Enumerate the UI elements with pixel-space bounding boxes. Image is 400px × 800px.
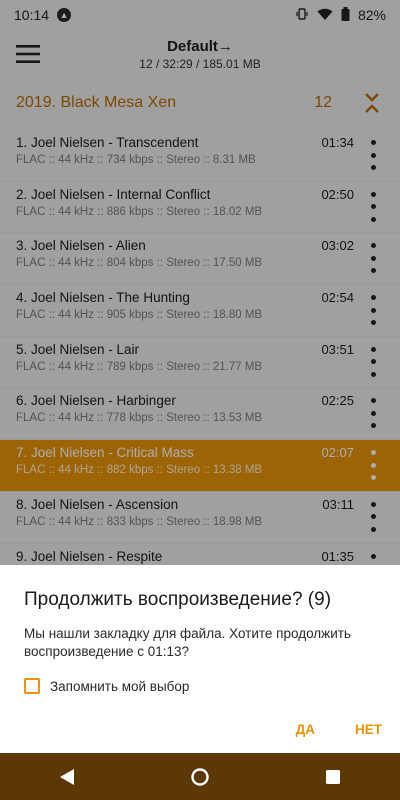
vibrate-icon	[295, 7, 309, 24]
track-title: 1. Joel Nielsen - Transcendent	[16, 135, 199, 150]
more-vert-icon[interactable]	[368, 191, 378, 222]
system-nav-bar	[0, 753, 400, 800]
track-row[interactable]: 1. Joel Nielsen - Transcendent 01:34 FLAC…	[0, 130, 400, 182]
track-meta: FLAC :: 44 kHz :: 789 kbps :: Stereo :: …	[16, 360, 263, 373]
wifi-icon	[317, 7, 333, 24]
app-notification-icon: ▲	[57, 8, 72, 22]
track-duration: 02:25	[321, 393, 354, 409]
remember-choice-row[interactable]: Запомнить мой выбор	[24, 678, 376, 694]
track-row[interactable]: 5. Joel Nielsen - Lair 03:51 FLAC :: 44 k…	[0, 337, 400, 389]
track-list: 1. Joel Nielsen - Transcendent 01:34 FLAC…	[0, 130, 400, 596]
home-circle-icon[interactable]	[180, 757, 220, 797]
resume-dialog: Продолжить воспроизведение? (9) Мы нашли…	[0, 565, 400, 753]
track-title: 8. Joel Nielsen - Ascension	[16, 496, 179, 512]
recents-square-icon[interactable]	[313, 757, 353, 797]
album-title: 2019. Black Mesa Xen	[16, 94, 177, 111]
remember-choice-label[interactable]: Запомнить мой выбор	[50, 679, 189, 694]
track-row[interactable]: 3. Joel Nielsen - Alien 03:02 FLAC :: 44 …	[0, 233, 400, 286]
track-duration: 02:54	[321, 290, 354, 306]
status-bar: 10:14 ▲ 82%	[0, 0, 400, 30]
battery-icon	[341, 6, 350, 24]
more-vert-icon[interactable]	[368, 295, 378, 326]
more-vert-icon[interactable]	[368, 346, 378, 377]
back-triangle-icon[interactable]	[47, 757, 87, 797]
more-vert-icon[interactable]	[368, 243, 378, 274]
track-row[interactable]: 6. Joel Nielsen - Harbinger 02:25 FLAC ::…	[0, 388, 400, 441]
dialog-actions: ДА НЕТ	[296, 722, 382, 737]
track-meta: FLAC :: 44 kHz :: 882 kbps :: Stereo :: …	[16, 464, 263, 477]
track-duration: 03:51	[321, 341, 354, 357]
battery-percent: 82%	[357, 7, 386, 23]
track-title: 4. Joel Nielsen - The Hunting	[16, 290, 190, 306]
track-meta: FLAC :: 44 kHz :: 833 kbps :: Stereo :: …	[16, 515, 263, 528]
playlist-header[interactable]: Default→ 12 / 32:29 / 185.01 MB	[56, 38, 344, 71]
more-vert-icon[interactable]	[368, 140, 378, 170]
status-time: 10:14	[14, 7, 50, 23]
more-vert-icon[interactable]	[368, 501, 378, 532]
track-meta: FLAC :: 44 kHz :: 804 kbps :: Stereo :: …	[16, 257, 263, 270]
track-duration: 03:11	[322, 496, 354, 512]
dialog-title: Продолжить воспроизведение? (9)	[24, 589, 332, 610]
track-title: 2. Joel Nielsen - Internal Conflict	[16, 186, 211, 202]
track-meta: FLAC :: 44 kHz :: 905 kbps :: Stereo :: …	[16, 309, 263, 322]
track-row-playing[interactable]: 7. Joel Nielsen - Critical Mass 02:07 FLA…	[0, 440, 400, 492]
album-header[interactable]: 2019. Black Mesa Xen 12	[0, 78, 400, 128]
track-meta: FLAC :: 44 kHz :: 886 kbps :: Stereo :: …	[16, 205, 263, 218]
track-duration: 03:02	[321, 238, 354, 254]
track-meta: FLAC :: 44 kHz :: 734 kbps :: Stereo :: …	[16, 154, 256, 166]
remember-choice-checkbox[interactable]	[24, 678, 40, 694]
dialog-message: Мы нашли закладку для файла. Хотите прод…	[24, 626, 351, 659]
track-meta: FLAC :: 44 kHz :: 778 kbps :: Stereo :: …	[16, 412, 263, 425]
chevron-collapse-icon[interactable]	[360, 89, 384, 117]
more-vert-icon[interactable]	[368, 450, 378, 481]
track-duration: 01:34	[321, 135, 354, 150]
yes-button[interactable]: ДА	[296, 722, 315, 737]
track-duration: 02:07	[321, 445, 354, 461]
track-duration: 01:35	[321, 548, 354, 564]
track-title: 7. Joel Nielsen - Critical Mass	[16, 445, 194, 461]
playlist-summary: 12 / 32:29 / 185.01 MB	[139, 56, 261, 71]
track-row[interactable]: 4. Joel Nielsen - The Hunting 02:54 FLAC …	[0, 285, 400, 337]
track-title: 9. Joel Nielsen - Respite	[16, 548, 163, 564]
no-button[interactable]: НЕТ	[355, 722, 382, 737]
track-row[interactable]: 8. Joel Nielsen - Ascension 03:11 FLAC ::…	[0, 492, 400, 544]
track-title: 5. Joel Nielsen - Lair	[16, 341, 140, 357]
track-duration: 02:50	[321, 186, 354, 202]
hamburger-icon[interactable]	[0, 30, 56, 78]
toolbar: Default→ 12 / 32:29 / 185.01 MB	[0, 30, 400, 78]
track-title: 6. Joel Nielsen - Harbinger	[16, 393, 176, 409]
playlist-title: Default→	[167, 37, 233, 55]
track-row[interactable]: 2. Joel Nielsen - Internal Conflict 02:50…	[0, 182, 400, 234]
album-track-count: 12	[314, 94, 332, 111]
track-title: 3. Joel Nielsen - Alien	[16, 238, 146, 254]
more-vert-icon[interactable]	[368, 398, 378, 429]
